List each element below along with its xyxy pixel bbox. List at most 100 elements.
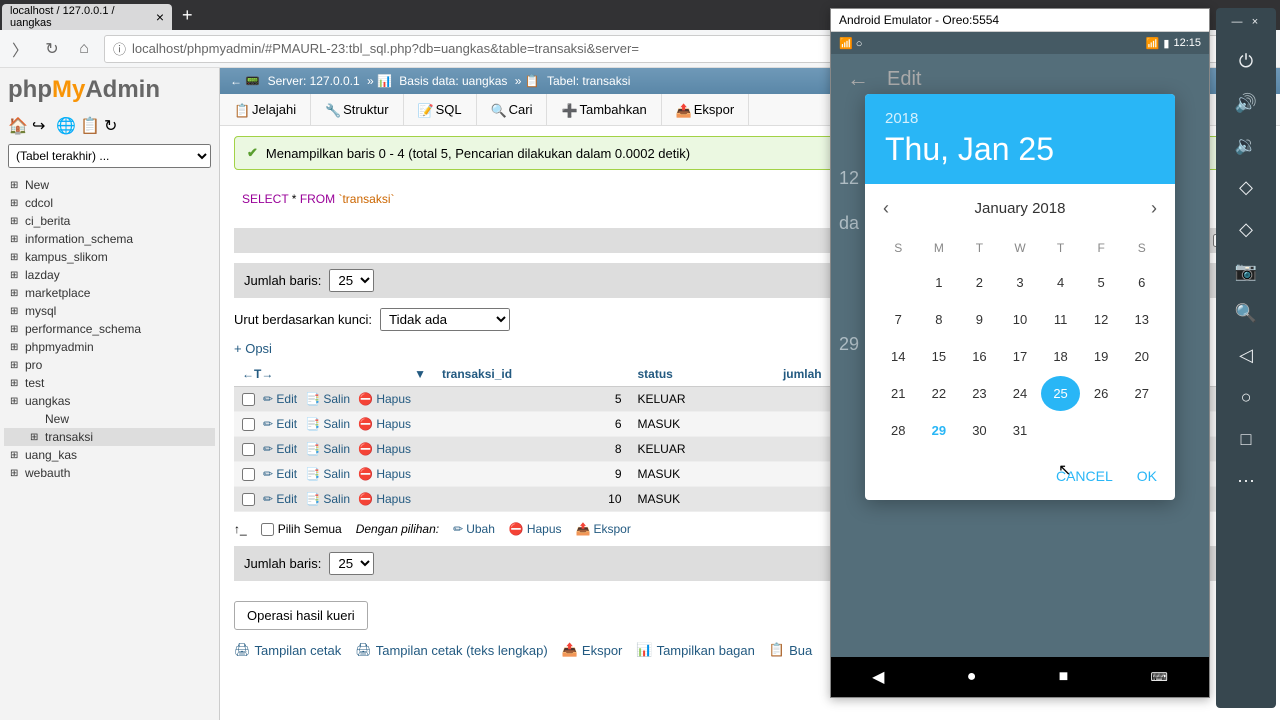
nav-keyboard-icon[interactable]: ⌨ xyxy=(1151,670,1168,684)
day-10[interactable]: 10 xyxy=(1001,302,1040,337)
day-14[interactable]: 14 xyxy=(879,339,918,374)
day-30[interactable]: 30 xyxy=(960,413,999,448)
edit-row-button[interactable]: ✏ Edit xyxy=(263,492,297,506)
db-item-webauth[interactable]: ⊞webauth xyxy=(4,464,215,482)
db-item-kampus_slikom[interactable]: ⊞kampus_slikom xyxy=(4,248,215,266)
day-4[interactable]: 4 xyxy=(1041,265,1080,300)
day-26[interactable]: 26 xyxy=(1082,376,1121,411)
copy-row-button[interactable]: 📑 Salin xyxy=(305,492,350,506)
browser-tab[interactable]: localhost / 127.0.0.1 / uangkas × xyxy=(2,4,172,30)
day-5[interactable]: 5 xyxy=(1082,265,1121,300)
db-item-performance_schema[interactable]: ⊞performance_schema xyxy=(4,320,215,338)
day-6[interactable]: 6 xyxy=(1122,265,1161,300)
day-20[interactable]: 20 xyxy=(1122,339,1161,374)
db-item-uang_kas[interactable]: ⊞uang_kas xyxy=(4,446,215,464)
datepicker-year[interactable]: 2018 xyxy=(885,110,1155,127)
day-25[interactable]: 25 xyxy=(1041,376,1080,411)
export-selected-button[interactable]: 📤 Ekspor xyxy=(576,522,631,536)
row-checkbox[interactable] xyxy=(242,443,255,456)
day-27[interactable]: 27 xyxy=(1122,376,1161,411)
db-item-cdcol[interactable]: ⊞cdcol xyxy=(4,194,215,212)
col-transaksi_id[interactable]: transaksi_id xyxy=(434,362,630,387)
delete-row-button[interactable]: ⛔ Hapus xyxy=(358,442,411,456)
nav-back-icon[interactable]: ◀ xyxy=(872,667,884,687)
db-item-lazday[interactable]: ⊞lazday xyxy=(4,266,215,284)
delete-row-button[interactable]: ⛔ Hapus xyxy=(358,492,411,506)
table-item-transaksi[interactable]: ⊞transaksi xyxy=(4,428,215,446)
db-item-marketplace[interactable]: ⊞marketplace xyxy=(4,284,215,302)
day-7[interactable]: 7 xyxy=(879,302,918,337)
db-item-mysql[interactable]: ⊞mysql xyxy=(4,302,215,320)
db-item-information_schema[interactable]: ⊞information_schema xyxy=(4,230,215,248)
db-item-test[interactable]: ⊞test xyxy=(4,374,215,392)
home-icon[interactable]: ⌂ xyxy=(72,37,96,61)
create-view-link[interactable]: 📋 Bua xyxy=(769,642,812,658)
delete-selected-button[interactable]: ⛔ Hapus xyxy=(509,522,562,536)
camera-icon[interactable]: 📷 xyxy=(1224,252,1268,290)
day-28[interactable]: 28 xyxy=(879,413,918,448)
copy-row-button[interactable]: 📑 Salin xyxy=(305,442,350,456)
reload-icon[interactable]: ↻ xyxy=(104,116,122,134)
row-checkbox[interactable] xyxy=(242,393,255,406)
day-8[interactable]: 8 xyxy=(920,302,959,337)
rows-limit-select-2[interactable]: 25 xyxy=(329,552,374,575)
sort-select[interactable]: Tidak ada xyxy=(380,308,510,331)
close-tab-icon[interactable]: × xyxy=(156,9,164,25)
db-item-phpmyadmin[interactable]: ⊞phpmyadmin xyxy=(4,338,215,356)
copy-row-button[interactable]: 📑 Salin xyxy=(305,467,350,481)
more-icon[interactable]: ⋯ xyxy=(1224,462,1268,500)
nav-recent-icon[interactable]: ■ xyxy=(1059,668,1069,686)
day-16[interactable]: 16 xyxy=(960,339,999,374)
forward-icon[interactable]: 〉 xyxy=(8,37,32,61)
row-checkbox[interactable] xyxy=(242,468,255,481)
copy-row-button[interactable]: 📑 Salin xyxy=(305,392,350,406)
datepicker-selected-date[interactable]: Thu, Jan 25 xyxy=(885,131,1155,168)
rotate-left-icon[interactable]: ◇ xyxy=(1224,168,1268,206)
db-item-pro[interactable]: ⊞pro xyxy=(4,356,215,374)
day-2[interactable]: 2 xyxy=(960,265,999,300)
tab-sql[interactable]: 📝SQL xyxy=(404,94,477,125)
row-checkbox[interactable] xyxy=(242,418,255,431)
power-icon[interactable]: ⏻ xyxy=(1224,42,1268,80)
day-18[interactable]: 18 xyxy=(1041,339,1080,374)
day-1[interactable]: 1 xyxy=(920,265,959,300)
recent-tables-select[interactable]: (Tabel terakhir) ... xyxy=(8,144,211,168)
back-icon[interactable]: ◁ xyxy=(1224,336,1268,374)
day-9[interactable]: 9 xyxy=(960,302,999,337)
chart-link[interactable]: 📊 Tampilkan bagan xyxy=(636,642,754,658)
db-item-uangkas[interactable]: ⊞uangkas xyxy=(4,392,215,410)
cancel-button[interactable]: CANCEL xyxy=(1056,468,1113,484)
options-toggle[interactable]: + Opsi xyxy=(234,341,272,356)
logout-icon[interactable]: ↪ xyxy=(32,116,50,134)
tab-struktur[interactable]: 🔧Struktur xyxy=(311,94,404,125)
zoom-icon[interactable]: 🔍 xyxy=(1224,294,1268,332)
home-icon[interactable]: ○ xyxy=(1224,378,1268,416)
ok-button[interactable]: OK xyxy=(1137,468,1157,484)
day-19[interactable]: 19 xyxy=(1082,339,1121,374)
next-month-icon[interactable]: › xyxy=(1151,198,1157,219)
close-icon[interactable]: × xyxy=(1247,14,1263,30)
breadcrumb-table[interactable]: Tabel: transaksi xyxy=(547,74,630,88)
export-link[interactable]: 📤 Ekspor xyxy=(562,642,623,658)
query-icon[interactable]: 🌐 xyxy=(56,116,74,134)
reload-icon[interactable]: ↻ xyxy=(40,37,64,61)
day-23[interactable]: 23 xyxy=(960,376,999,411)
edit-row-button[interactable]: ✏ Edit xyxy=(263,467,297,481)
volume-down-icon[interactable]: 🔉 xyxy=(1224,126,1268,164)
db-item-New[interactable]: ⊞New xyxy=(4,176,215,194)
print-view-link[interactable]: 🖨 Tampilan cetak xyxy=(234,642,341,658)
delete-row-button[interactable]: ⛔ Hapus xyxy=(358,417,411,431)
delete-row-button[interactable]: ⛔ Hapus xyxy=(358,392,411,406)
day-24[interactable]: 24 xyxy=(1001,376,1040,411)
tab-jelajahi[interactable]: 📋Jelajahi xyxy=(220,94,311,125)
nav-home-icon[interactable]: ● xyxy=(967,668,977,686)
delete-row-button[interactable]: ⛔ Hapus xyxy=(358,467,411,481)
day-15[interactable]: 15 xyxy=(920,339,959,374)
day-29[interactable]: 29 xyxy=(920,413,959,448)
home-icon[interactable]: 🏠 xyxy=(8,116,26,134)
edit-row-button[interactable]: ✏ Edit xyxy=(263,442,297,456)
minimize-icon[interactable]: — xyxy=(1229,14,1245,30)
day-21[interactable]: 21 xyxy=(879,376,918,411)
tab-tambahkan[interactable]: ➕Tambahkan xyxy=(547,94,661,125)
col-status[interactable]: status xyxy=(630,362,775,387)
